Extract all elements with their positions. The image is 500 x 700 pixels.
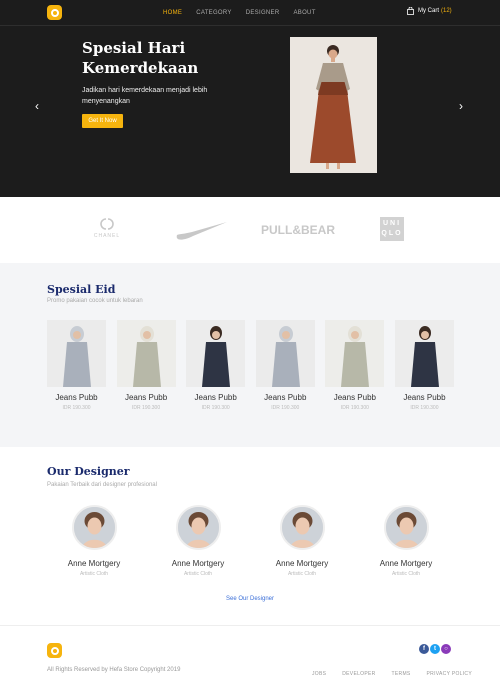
pull-and-bear-logo: PULL&BEAR — [261, 223, 335, 237]
copyright-text: All Rights Reserved by Hefa Store Copyri… — [47, 667, 181, 673]
designer-name: Anne Mortgery — [275, 559, 329, 568]
designer-name: Anne Mortgery — [379, 559, 433, 568]
designer-role: Artistic Cloth — [391, 571, 421, 577]
product-image — [186, 320, 246, 387]
hero-subtitle: Jadikan hari kemerdekaan menjadi lebih m… — [82, 87, 208, 105]
cart-label: My Cart — [418, 8, 439, 14]
nav-links: HOME CATEGORY DESIGNER ABOUT — [163, 10, 330, 16]
logo-icon[interactable] — [47, 5, 62, 20]
chanel-wordmark: CHANEL — [93, 233, 121, 239]
designer-card[interactable]: Anne Mortgery Artistic Cloth — [54, 505, 134, 577]
product-price: IDR 190.300 — [201, 405, 230, 411]
avatar — [383, 505, 429, 550]
designer-role: Artistic Cloth — [287, 571, 317, 577]
product-name: Jeans Pubb — [55, 393, 98, 402]
eid-title: Spesial Eid — [47, 283, 116, 296]
product-image — [47, 320, 106, 387]
avatar — [175, 505, 221, 550]
footer-links: JOBS DEVELOPER TERMS PRIVACY POLICY — [312, 671, 488, 677]
designer-card[interactable]: Anne Mortgery Artistic Cloth — [262, 505, 342, 577]
product-price: IDR 190.300 — [340, 405, 369, 411]
designer-card[interactable]: Anne Mortgery Artistic Cloth — [158, 505, 238, 577]
top-navbar: HOME CATEGORY DESIGNER ABOUT My Cart (12… — [0, 0, 500, 26]
nike-logo — [175, 221, 227, 246]
logo-icon[interactable] — [47, 643, 62, 658]
footer-link-privacy[interactable]: PRIVACY POLICY — [427, 671, 472, 677]
social-links: f t ○ — [418, 644, 451, 654]
product-card[interactable]: Jeans Pubb IDR 190.300 — [394, 320, 454, 411]
designer-role: Artistic Cloth — [79, 571, 109, 577]
designer-role: Artistic Cloth — [183, 571, 213, 577]
product-name: Jeans Pubb — [403, 393, 446, 402]
product-image — [116, 320, 176, 387]
footer: All Rights Reserved by Hefa Store Copyri… — [0, 625, 500, 700]
product-name: Jeans Pubb — [194, 393, 237, 402]
uniqlo-wordmark-top: UNI — [382, 220, 402, 227]
hero-model-image — [290, 37, 377, 173]
product-price: IDR 190.300 — [410, 405, 439, 411]
hero-title: Spesial Hari Kemerdekaan — [82, 39, 199, 77]
brand-logos: CHANEL PULL&BEAR UNI QLO — [0, 197, 500, 263]
product-price: IDR 190.300 — [132, 405, 161, 411]
footer-link-developer[interactable]: DEVELOPER — [342, 671, 375, 677]
footer-link-jobs[interactable]: JOBS — [312, 671, 326, 677]
see-our-designer-link[interactable]: See Our Designer — [0, 596, 500, 602]
product-card[interactable]: Jeans Pubb IDR 190.300 — [325, 320, 385, 411]
chevron-right-icon[interactable]: › — [459, 100, 463, 112]
product-card[interactable]: Jeans Pubb IDR 190.300 — [186, 320, 246, 411]
our-designer-section: Our Designer Pakaian Terbaik dari design… — [0, 447, 500, 625]
product-card[interactable]: Jeans Pubb IDR 190.300 — [47, 320, 106, 411]
designer-title: Our Designer — [47, 465, 130, 478]
product-card[interactable]: Jeans Pubb IDR 190.300 — [116, 320, 176, 411]
product-image — [325, 320, 385, 387]
chanel-logo: CHANEL — [92, 217, 122, 239]
eid-subtitle: Promo pakaian cocok untuk lebaran — [47, 298, 143, 304]
nav-about[interactable]: ABOUT — [293, 10, 315, 16]
nav-designer[interactable]: DESIGNER — [246, 10, 280, 16]
facebook-icon[interactable]: f — [419, 644, 429, 654]
special-eid-section: Spesial Eid Promo pakaian cocok untuk le… — [0, 263, 500, 447]
uniqlo-logo: UNI QLO — [380, 217, 404, 241]
cart-button[interactable]: My Cart (12) — [407, 7, 452, 15]
product-image — [394, 320, 454, 387]
product-price: IDR 190.300 — [62, 405, 91, 411]
cart-count: (12) — [441, 8, 452, 14]
designer-name: Anne Mortgery — [171, 559, 225, 568]
shopping-bag-icon — [407, 7, 414, 15]
designer-name: Anne Mortgery — [67, 559, 121, 568]
hero-section: HOME CATEGORY DESIGNER ABOUT My Cart (12… — [0, 0, 500, 197]
product-card[interactable]: Jeans Pubb IDR 190.300 — [255, 320, 315, 411]
nav-category[interactable]: CATEGORY — [196, 10, 232, 16]
product-name: Jeans Pubb — [124, 393, 168, 402]
chevron-left-icon[interactable]: ‹ — [35, 100, 39, 112]
instagram-icon[interactable]: ○ — [441, 644, 451, 654]
product-price: IDR 190.300 — [271, 405, 300, 411]
get-it-now-button[interactable]: Get It Now — [82, 114, 123, 128]
designer-card[interactable]: Anne Mortgery Artistic Cloth — [366, 505, 446, 577]
product-list: Jeans Pubb IDR 190.300 Jeans Pubb IDR 19… — [47, 320, 465, 411]
product-name: Jeans Pubb — [333, 393, 376, 402]
footer-link-terms[interactable]: TERMS — [392, 671, 411, 677]
avatar — [71, 505, 117, 550]
product-name: Jeans Pubb — [264, 393, 307, 402]
designer-subtitle: Pakaian Terbaik dari designer profesiona… — [47, 482, 157, 488]
avatar — [279, 505, 325, 550]
uniqlo-wordmark-bottom: QLO — [381, 230, 403, 237]
twitter-icon[interactable]: t — [430, 644, 440, 654]
nav-home[interactable]: HOME — [163, 10, 182, 16]
product-image — [255, 320, 315, 387]
